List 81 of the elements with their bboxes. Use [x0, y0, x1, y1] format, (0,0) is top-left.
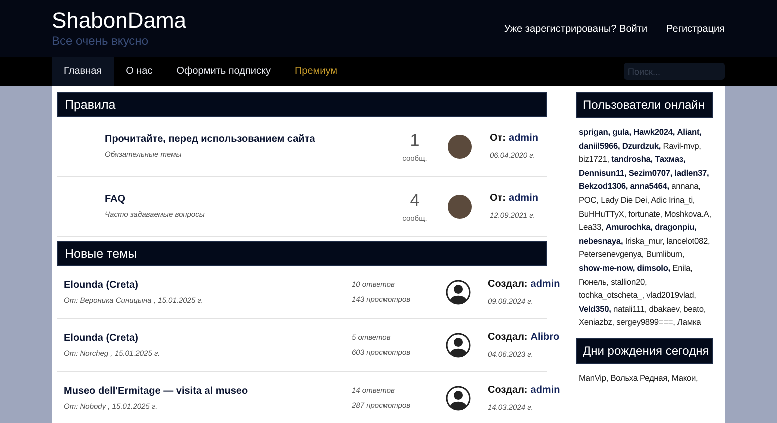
- online-user-link[interactable]: Sezim0707,: [628, 168, 673, 178]
- online-user-link[interactable]: Veld350,: [579, 304, 612, 314]
- author-link[interactable]: admin: [530, 384, 560, 396]
- header-link[interactable]: Регистрация: [666, 24, 725, 35]
- online-user-link[interactable]: dbakaev,: [649, 304, 682, 314]
- user-silhouette-icon: [446, 386, 471, 410]
- online-user-link[interactable]: natali111,: [614, 304, 648, 314]
- author-link[interactable]: admin: [509, 193, 538, 204]
- online-user-link[interactable]: sprigan,: [579, 127, 610, 137]
- author-label: От:: [490, 133, 506, 144]
- online-user-link[interactable]: Adic Irina_ti,: [651, 194, 696, 205]
- author-label: Создал:: [488, 384, 528, 396]
- post-count: 4: [410, 190, 420, 210]
- online-user-link[interactable]: Тахмаз,: [655, 154, 686, 164]
- nav-tab[interactable]: О нас: [114, 57, 165, 86]
- online-user-link[interactable]: lancelot082,: [666, 236, 710, 246]
- birthday-user-link[interactable]: ManVip,: [579, 372, 609, 383]
- online-user-link[interactable]: Petersenevgenya,: [579, 249, 644, 260]
- user-silhouette-icon: [446, 332, 471, 358]
- online-user-link[interactable]: tochka_otscheta_,: [579, 290, 644, 300]
- online-user-link[interactable]: BuHHuTTyX,: [579, 208, 626, 219]
- sidebar-header: Пользователи онлайн: [576, 92, 713, 118]
- online-user-link[interactable]: POC,: [579, 194, 599, 205]
- online-user-link[interactable]: Iriska_mur,: [625, 236, 665, 246]
- author-link[interactable]: admin: [530, 278, 560, 290]
- author-link[interactable]: Alibro: [530, 332, 560, 342]
- forum-title[interactable]: Прочитайте, перед использованием сайта: [105, 134, 395, 145]
- online-user-link[interactable]: annana,: [672, 181, 701, 192]
- online-user-link[interactable]: Lady Die Dei,: [601, 194, 650, 205]
- author-label: Создал:: [488, 278, 528, 290]
- online-user-link[interactable]: daniil5966,: [579, 140, 620, 151]
- site-tagline: Все очень вкусно: [52, 34, 150, 48]
- online-user-link[interactable]: gula,: [612, 127, 632, 137]
- online-user-link[interactable]: Гюнель,: [579, 276, 609, 287]
- online-user-link[interactable]: dimsolo,: [637, 262, 670, 273]
- user-silhouette-icon: [446, 280, 471, 304]
- online-user-link[interactable]: Lea33,: [579, 222, 604, 232]
- online-user-link[interactable]: Xeniazbz,: [579, 317, 614, 328]
- online-user-link[interactable]: beato,: [684, 304, 706, 314]
- online-user-link[interactable]: Ravil-mvp,: [663, 140, 702, 151]
- online-user-link[interactable]: Bekzod1306,: [579, 181, 628, 192]
- online-user-link[interactable]: Bumlibum,: [646, 249, 685, 260]
- online-user-link[interactable]: Hawk2024,: [634, 127, 676, 137]
- online-user-link[interactable]: tandrosha,: [612, 154, 653, 164]
- online-user-link[interactable]: Aliant,: [677, 127, 702, 137]
- online-user-link[interactable]: anna5464,: [630, 181, 670, 192]
- topic-title[interactable]: Elounda (Creta): [64, 332, 352, 344]
- author-link[interactable]: admin: [509, 133, 538, 144]
- author-label: Создал:: [488, 332, 528, 342]
- online-user-link[interactable]: Dzurdzuk,: [622, 140, 662, 151]
- topic-title[interactable]: Elounda (Creta): [64, 280, 352, 290]
- header-link[interactable]: Уже зарегистрированы? Войти: [504, 24, 648, 35]
- online-user-link[interactable]: show-me-now,: [579, 262, 636, 273]
- online-user-link[interactable]: fortunate,: [628, 208, 662, 219]
- online-user-link[interactable]: biz1721,: [579, 154, 610, 164]
- online-user-link[interactable]: vlad2019vlad,: [646, 290, 696, 300]
- section-header: Новые темы: [57, 241, 547, 266]
- online-user-link[interactable]: sergey9899===,: [616, 317, 676, 328]
- online-user-link[interactable]: Enila,: [672, 262, 693, 273]
- nav-tab[interactable]: Премиум: [282, 57, 350, 86]
- online-user-link[interactable]: ladlen37,: [674, 168, 710, 178]
- online-user-link[interactable]: Dennisun11,: [579, 168, 627, 178]
- online-user-link[interactable]: nebesnaya,: [579, 236, 624, 246]
- nav-tab[interactable]: Главная: [52, 57, 114, 86]
- topic-title[interactable]: Museo dell'Ermitage — visita al museo: [64, 386, 352, 396]
- site-title[interactable]: ShabonDama: [52, 8, 187, 34]
- author-label: От:: [490, 193, 506, 204]
- online-user-link[interactable]: dragonpiu,: [655, 222, 697, 232]
- birthday-user-link[interactable]: Макои,: [672, 372, 698, 383]
- section-header: Правила: [57, 92, 547, 117]
- online-user-link[interactable]: Moshkova.A,: [664, 208, 712, 219]
- nav-tab[interactable]: Оформить подписку: [164, 57, 283, 86]
- online-user-link[interactable]: Ламка: [677, 317, 702, 328]
- avatar-photo-placeholder: [448, 134, 472, 158]
- online-user-link[interactable]: Amurochka,: [606, 222, 653, 232]
- online-user-link[interactable]: stallion20,: [611, 276, 648, 287]
- post-count: 1: [410, 130, 420, 150]
- forum-title[interactable]: FAQ: [105, 194, 395, 205]
- sidebar-header: Дни рождения сегодня: [576, 338, 713, 364]
- birthday-user-link[interactable]: Вольха Редная,: [610, 372, 670, 383]
- avatar-photo-placeholder: [448, 194, 472, 218]
